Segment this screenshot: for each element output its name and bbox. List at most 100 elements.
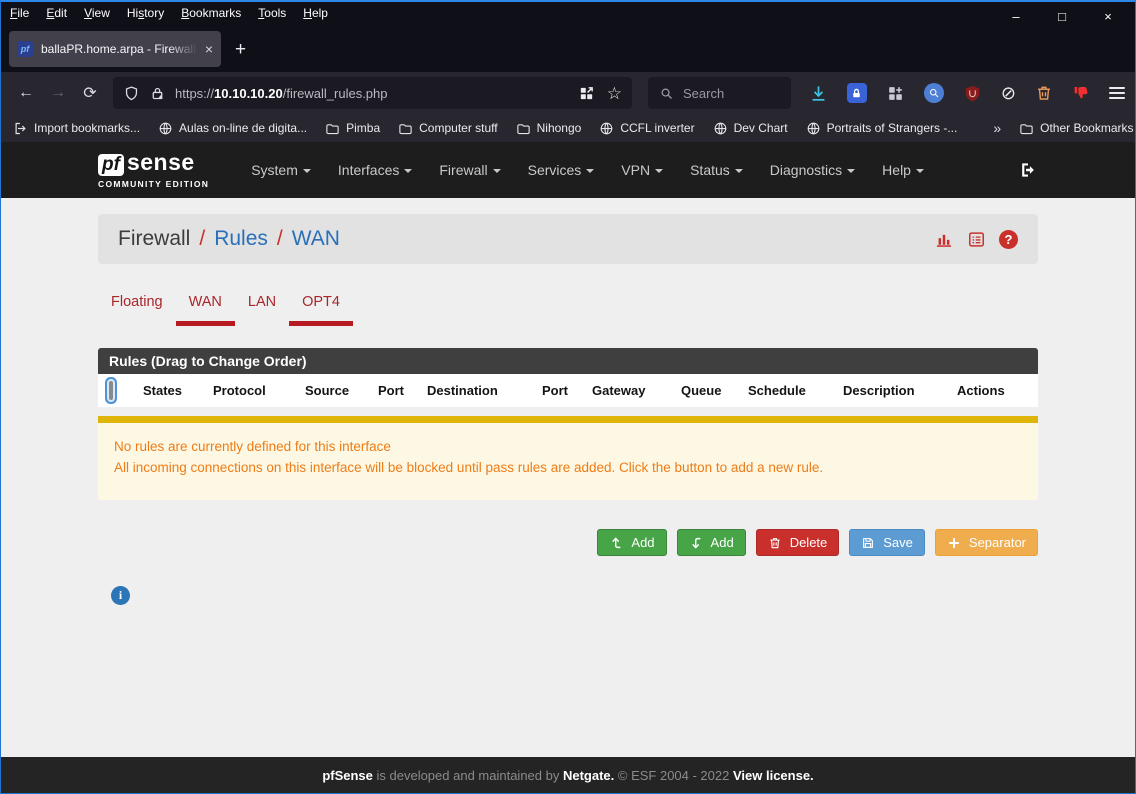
nav-interfaces[interactable]: Interfaces <box>338 162 412 178</box>
extensions-icon[interactable] <box>886 84 905 103</box>
menu-bookmarks[interactable]: Bookmarks <box>181 6 241 20</box>
shield-lock-extension-icon[interactable] <box>847 83 867 103</box>
lock-warning-icon[interactable] <box>149 85 166 102</box>
footer-brand: pfSense <box>322 768 373 783</box>
col-protocol: Protocol <box>213 383 305 398</box>
downloads-icon[interactable] <box>809 84 828 103</box>
back-icon[interactable]: ← <box>11 84 41 102</box>
container-grid-icon[interactable] <box>578 85 595 102</box>
nav-services[interactable]: Services <box>528 162 595 178</box>
menu-history[interactable]: History <box>127 6 164 20</box>
footer-license-link[interactable]: View license. <box>733 768 814 783</box>
plus-icon <box>947 536 961 550</box>
menu-tools[interactable]: Tools <box>258 6 286 20</box>
breadcrumb: Firewall / Rules / WAN ? <box>98 214 1038 264</box>
breadcrumb-interface-link[interactable]: WAN <box>292 227 340 251</box>
menu-icon[interactable] <box>1109 87 1125 99</box>
globe-icon <box>599 121 614 136</box>
col-description: Description <box>843 383 957 398</box>
breadcrumb-rules-link[interactable]: Rules <box>214 227 268 251</box>
bookmark-folder[interactable]: Computer stuff <box>398 121 497 136</box>
tab-close-icon[interactable]: × <box>205 41 213 57</box>
action-buttons: Add Add Delete Save Separator <box>98 529 1038 556</box>
bookmark-folder[interactable]: Nihongo <box>516 121 582 136</box>
nav-status[interactable]: Status <box>690 162 743 178</box>
trash-icon <box>768 536 782 550</box>
system-log-icon[interactable] <box>967 230 986 249</box>
bookmark-item[interactable]: Aulas on-line de digita... <box>158 121 307 136</box>
col-source: Source <box>305 383 378 398</box>
nav-help[interactable]: Help <box>882 162 924 178</box>
bookmarks-overflow-icon[interactable]: » <box>993 120 1001 136</box>
nav-vpn[interactable]: VPN <box>621 162 663 178</box>
menu-file[interactable]: File <box>10 6 29 20</box>
tab-floating[interactable]: Floating <box>98 294 176 326</box>
pfsense-navbar: pf sense COMMUNITY EDITION System Interf… <box>1 142 1135 198</box>
url-bar[interactable]: https://10.10.10.20/firewall_rules.php ☆ <box>113 77 632 109</box>
footer-company-link[interactable]: Netgate. <box>563 768 614 783</box>
footer: pfSense is developed and maintained by N… <box>1 757 1135 793</box>
add-rule-bottom-button[interactable]: Add <box>677 529 746 556</box>
caret-down-icon <box>916 169 924 173</box>
bookmark-folder[interactable]: Pimba <box>325 121 380 136</box>
bookmark-item[interactable]: Dev Chart <box>713 121 788 136</box>
pfsense-favicon-icon: pf <box>17 41 33 57</box>
minimize-button[interactable]: – <box>993 4 1039 28</box>
col-states: States <box>143 383 213 398</box>
globe-icon <box>713 121 728 136</box>
pf-logo-box: pf <box>98 154 124 176</box>
tracking-protection-shield-icon[interactable] <box>123 85 140 102</box>
window-controls: – □ × <box>993 4 1131 28</box>
new-tab-button[interactable]: + <box>235 39 246 67</box>
search-placeholder: Search <box>683 86 724 101</box>
bookmark-item[interactable]: Portraits of Strangers -... <box>806 121 958 136</box>
bookmark-star-icon[interactable]: ☆ <box>607 85 622 102</box>
pfsense-logo[interactable]: pf sense COMMUNITY EDITION <box>98 151 209 189</box>
url-text: https://10.10.10.20/firewall_rules.php <box>175 86 388 101</box>
close-button[interactable]: × <box>1085 4 1131 28</box>
warning-line1: No rules are currently defined for this … <box>114 436 1022 457</box>
tab-opt4[interactable]: OPT4 <box>289 294 353 326</box>
save-button[interactable]: Save <box>849 529 925 556</box>
tab-lan[interactable]: LAN <box>235 294 289 326</box>
dislike-extension-icon[interactable] <box>1072 84 1090 102</box>
col-schedule: Schedule <box>748 383 843 398</box>
search-icon <box>659 86 674 101</box>
nav-diagnostics[interactable]: Diagnostics <box>770 162 855 178</box>
delete-button[interactable]: Delete <box>756 529 840 556</box>
help-icon[interactable]: ? <box>999 230 1018 249</box>
separator-button[interactable]: Separator <box>935 529 1038 556</box>
rules-panel: Rules (Drag to Change Order) States Prot… <box>98 348 1038 407</box>
globe-icon <box>158 121 173 136</box>
select-all-checkbox[interactable] <box>109 381 113 400</box>
bookmarks-bar: Import bookmarks... Aulas on-line de dig… <box>1 114 1135 142</box>
trash-extension-icon[interactable] <box>1035 84 1053 102</box>
status-graph-icon[interactable] <box>934 229 954 249</box>
col-queue: Queue <box>681 383 748 398</box>
ublock-origin-icon[interactable] <box>963 84 982 103</box>
other-bookmarks[interactable]: Other Bookmarks <box>1019 121 1133 136</box>
info-icon[interactable]: i <box>111 586 130 605</box>
menu-edit[interactable]: Edit <box>46 6 67 20</box>
maximize-button[interactable]: □ <box>1039 4 1085 28</box>
folder-icon <box>325 121 340 136</box>
search-extension-icon[interactable] <box>924 83 944 103</box>
bookmark-item[interactable]: CCFL inverter <box>599 121 694 136</box>
browser-tab[interactable]: pf ballaPR.home.arpa - Firewall: Ru × <box>9 31 221 67</box>
caret-down-icon <box>847 169 855 173</box>
tab-wan[interactable]: WAN <box>176 294 235 326</box>
reload-icon[interactable]: ⟳ <box>75 83 105 103</box>
search-input[interactable]: Search <box>648 77 791 109</box>
menu-view[interactable]: View <box>84 6 110 20</box>
bookmark-import[interactable]: Import bookmarks... <box>13 121 140 136</box>
menu-bar: File Edit View History Bookmarks Tools H… <box>1 2 1135 24</box>
add-rule-top-button[interactable]: Add <box>597 529 666 556</box>
logout-icon[interactable] <box>1018 160 1038 180</box>
nav-firewall[interactable]: Firewall <box>439 162 500 178</box>
interface-tabs: Floating WAN LAN OPT4 <box>98 294 1038 326</box>
block-extension-icon[interactable]: ⊘ <box>1001 84 1016 102</box>
browser-window: File Edit View History Bookmarks Tools H… <box>0 0 1136 794</box>
warning-accent-bar <box>98 416 1038 423</box>
menu-help[interactable]: Help <box>303 6 328 20</box>
nav-system[interactable]: System <box>251 162 311 178</box>
